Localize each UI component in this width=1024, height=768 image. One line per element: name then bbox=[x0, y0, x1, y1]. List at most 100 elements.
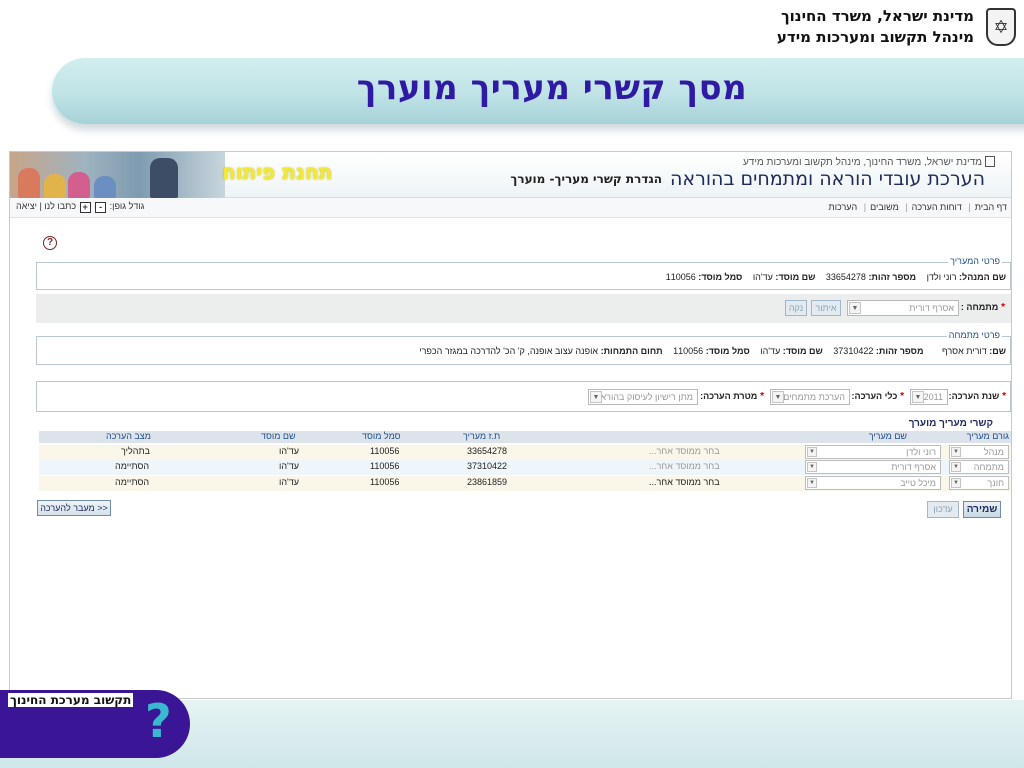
ministry-line-2: מינהל תקשוב ומערכות מידע bbox=[776, 28, 974, 46]
search-button[interactable]: איתור bbox=[811, 300, 841, 316]
chevron-down-icon[interactable]: ▼ bbox=[807, 462, 817, 472]
year-select[interactable]: 2011 ▼ bbox=[910, 389, 948, 405]
ministry-line-1: מדינת ישראל, משרד החינוך bbox=[780, 7, 974, 25]
intern-select[interactable]: אסרף דורית ▼ bbox=[847, 300, 959, 316]
cell-status: הסתיימה bbox=[115, 477, 150, 487]
nav-feedback[interactable]: משובים bbox=[870, 202, 899, 212]
evaluator-select[interactable]: מיכל טייב ▼ bbox=[805, 476, 941, 490]
other-school-link[interactable]: בחר ממוסד אחר... bbox=[649, 461, 720, 471]
main-menu: דף הבית| דוחות הערכה| משובים| הערכות bbox=[828, 202, 1007, 212]
role-value: מתמחה bbox=[973, 462, 1004, 472]
exit-link[interactable]: יציאה bbox=[16, 201, 37, 211]
cell-school: עד'הו bbox=[279, 461, 299, 471]
evaluator-value: רוני ולדן bbox=[906, 447, 936, 457]
evaluator-value: מיכל טייב bbox=[900, 478, 936, 488]
nav-home[interactable]: דף הבית bbox=[975, 202, 1007, 212]
purpose-select[interactable]: מתן רישיון לעיסוק בהוראה ▼ bbox=[588, 389, 698, 405]
year-label: שנת הערכה: bbox=[948, 391, 1000, 401]
slide-header: מדינת ישראל, משרד החינוך מינהל תקשוב ומע… bbox=[0, 0, 1024, 56]
nav-evaluations[interactable]: הערכות bbox=[828, 202, 857, 212]
intern-details-box: פרטי מתמחה שם: דורית אסרף מספר זהות: 373… bbox=[36, 330, 1011, 365]
evaluator-select[interactable]: אסרף דורית ▼ bbox=[805, 460, 941, 474]
col-id: ת.ז מעריך bbox=[463, 431, 501, 441]
dev-station-label: תחנת פיתוח bbox=[222, 160, 333, 184]
photo-figure bbox=[18, 168, 40, 198]
relations-grid-header: גורם מעריך שם מעריך ת.ז מעריך סמל מוסד ש… bbox=[39, 431, 1011, 443]
evaluator-school: עד'הו bbox=[752, 272, 773, 282]
photo-figure bbox=[68, 172, 90, 198]
evaluator-id-label: מספר זהות: bbox=[868, 272, 917, 282]
intern-field: אופנה עצוב אופנה, ק' הכ' להדרכה במגזר הכ… bbox=[419, 346, 599, 356]
ministry-name: מדינת ישראל, משרד החינוך מינהל תקשוב ומע… bbox=[777, 6, 974, 48]
tool-label-wrap: * כלי הערכה: bbox=[852, 391, 904, 402]
intern-code-label: סמל מוסד: bbox=[705, 346, 750, 356]
intern-field-label: תחום התמחות: bbox=[600, 346, 663, 356]
cell-school: עד'הו bbox=[279, 446, 299, 456]
tool-select[interactable]: הערכת מתמחים ▼ bbox=[770, 389, 850, 405]
utility-menu: גודל גופן: - + כתבו לנו | יציאה bbox=[16, 201, 145, 213]
save-button[interactable]: שמירה bbox=[963, 501, 1001, 518]
evaluator-value: אסרף דורית bbox=[891, 462, 936, 472]
evaluator-select[interactable]: רוני ולדן ▼ bbox=[805, 445, 941, 459]
chevron-down-icon[interactable]: ▼ bbox=[849, 302, 861, 314]
other-school-link[interactable]: בחר ממוסד אחר... bbox=[649, 477, 720, 487]
nav-separator: | bbox=[905, 202, 908, 212]
required-marker: * bbox=[760, 391, 764, 402]
contact-link[interactable]: כתבו לנו bbox=[44, 201, 76, 211]
intern-school: עד'הו bbox=[760, 346, 781, 356]
menorah-emblem-icon: ✡ bbox=[986, 8, 1016, 46]
required-marker: * bbox=[900, 391, 904, 402]
font-decrease-button[interactable]: - bbox=[95, 202, 107, 213]
intern-legend: פרטי מתמחה bbox=[946, 330, 1002, 340]
photo-figure bbox=[94, 176, 116, 198]
intern-id: 37310422 bbox=[833, 346, 874, 356]
app-subtitle: הגדרת קשרי מעריך- מוערך bbox=[510, 172, 663, 186]
purpose-label: מטרת הערכה: bbox=[700, 391, 758, 401]
chevron-down-icon[interactable]: ▼ bbox=[772, 391, 784, 403]
chevron-down-icon[interactable]: ▼ bbox=[590, 391, 602, 403]
app-title-text: הערכת עובדי הוראה ומתמחים בהוראה bbox=[670, 168, 985, 190]
intern-name-label: שם: bbox=[989, 346, 1006, 356]
app-org-line: מדינת ישראל, משרד החינוך, מינהל תקשוב ומ… bbox=[743, 156, 995, 168]
nav-separator: | bbox=[968, 202, 971, 212]
evaluator-details-row: שם המנהל: רוני ולדן מספר זהות: 33654278 … bbox=[666, 272, 1006, 282]
role-value: מנהל bbox=[983, 447, 1004, 457]
chevron-down-icon[interactable]: ▼ bbox=[951, 478, 961, 488]
evaluator-school-label: שם מוסד: bbox=[775, 272, 816, 282]
evaluation-params-box: * שנת הערכה: 2011 ▼ * כלי הערכה: הערכת מ… bbox=[36, 381, 1011, 412]
cell-id: 33654278 bbox=[467, 446, 508, 456]
other-school-link[interactable]: בחר ממוסד אחר... bbox=[649, 446, 720, 456]
font-size-label: גודל גופן: bbox=[109, 201, 145, 211]
chevron-down-icon[interactable]: ▼ bbox=[912, 391, 924, 403]
clear-button[interactable]: נקה bbox=[785, 300, 807, 316]
evaluator-legend: פרטי המעריך bbox=[948, 256, 1002, 266]
chevron-down-icon[interactable]: ▼ bbox=[951, 447, 961, 457]
app-nav-bar: דף הבית| דוחות הערכה| משובים| הערכות גוד… bbox=[10, 198, 1011, 218]
cell-code: 110056 bbox=[370, 477, 400, 487]
chevron-down-icon[interactable]: ▼ bbox=[951, 462, 961, 472]
evaluator-code-label: סמל מוסד: bbox=[698, 272, 743, 282]
role-select[interactable]: מתמחה ▼ bbox=[949, 460, 1009, 474]
cell-school: עד'הו bbox=[279, 477, 299, 487]
footer-text: תקשוב מערכת החינוך bbox=[8, 693, 134, 707]
chevron-down-icon[interactable]: ▼ bbox=[807, 478, 817, 488]
question-mark-logo-icon: ? bbox=[145, 694, 172, 748]
nav-separator: | bbox=[863, 202, 867, 212]
chevron-down-icon[interactable]: ▼ bbox=[807, 447, 817, 457]
title-band: מסך קשרי מעריך מוערך bbox=[52, 58, 1024, 124]
font-increase-button[interactable]: + bbox=[79, 202, 91, 213]
intern-id-label: מספר זהות: bbox=[875, 346, 924, 356]
app-org-text: מדינת ישראל, משרד החינוך, מינהל תקשוב ומ… bbox=[742, 157, 982, 168]
evaluator-code: 110056 bbox=[665, 272, 696, 282]
role-select[interactable]: מנהל ▼ bbox=[949, 445, 1009, 459]
go-to-evaluation-button[interactable]: מעבר להערכה >> bbox=[37, 500, 111, 516]
nav-reports[interactable]: דוחות הערכה bbox=[912, 202, 962, 212]
cell-id: 23861859 bbox=[467, 477, 508, 487]
evaluator-id: 33654278 bbox=[825, 272, 866, 282]
role-select[interactable]: חונך ▼ bbox=[949, 476, 1009, 490]
question-circle-icon[interactable]: ? bbox=[43, 236, 57, 250]
purpose-value: מתן רישיון לעיסוק בהוראה bbox=[594, 392, 693, 402]
update-button[interactable]: עדכון bbox=[927, 501, 959, 518]
intern-code: 110056 bbox=[673, 346, 704, 356]
purpose-label-wrap: * מטרת הערכה: bbox=[700, 391, 764, 402]
